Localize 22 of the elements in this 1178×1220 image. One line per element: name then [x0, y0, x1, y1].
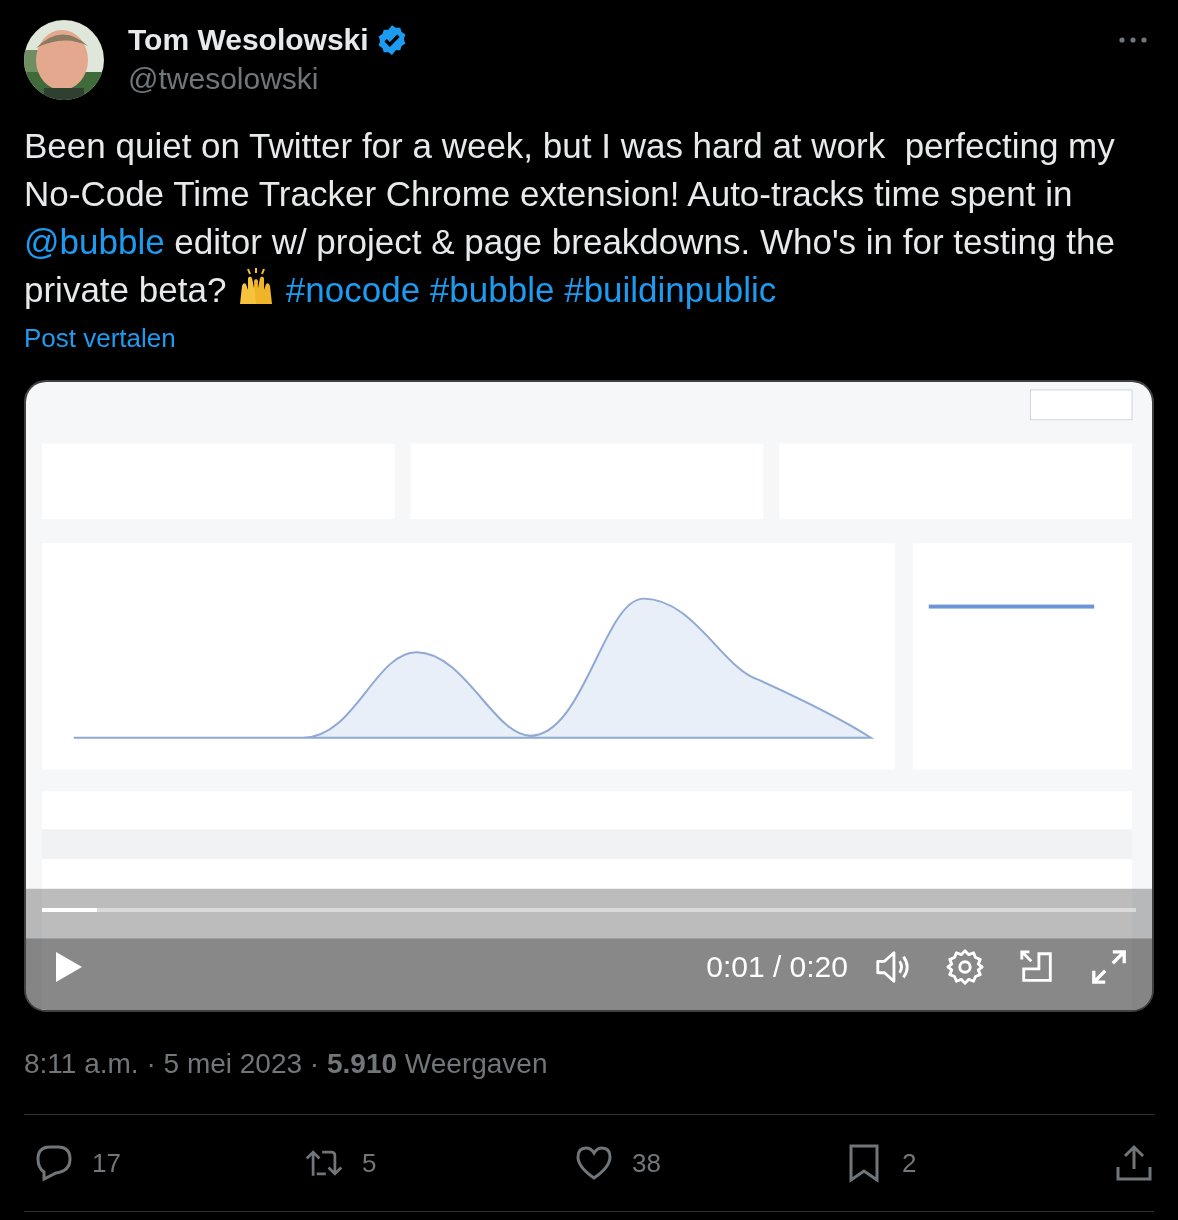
action-count: 2 — [902, 1147, 917, 1179]
volume-icon[interactable] — [874, 948, 912, 986]
more-options-icon[interactable] — [1118, 36, 1148, 44]
action-count: 38 — [632, 1147, 661, 1179]
share-icon[interactable] — [1114, 1143, 1154, 1183]
tweet-link[interactable]: #bubble — [429, 270, 555, 309]
video-player[interactable]: 0:01 / 0:20 — [24, 380, 1154, 1012]
video-time: 0:01 / 0:20 — [706, 950, 848, 984]
author-name[interactable]: Tom Wesolowski — [128, 23, 369, 57]
play-icon[interactable] — [54, 950, 84, 984]
translate-link[interactable]: Post vertalen — [24, 320, 176, 356]
settings-icon[interactable] — [946, 948, 984, 986]
tweet-link[interactable]: #nocode — [285, 270, 421, 309]
tweet-text: Been quiet on Twitter for a week, but I was hard at work perfecting my No-Code Time Tracker Chrome extension! Auto-tracks time spent in @bubble editor w/ project & page breakdowns. Who's in for testing the private beta? #nocode #bubble #buildinpublic — [24, 125, 1116, 311]
post-timestamp: 8:11 a.m. · 5 mei 2023 · 5.910 Weergaven — [24, 1048, 1154, 1115]
action-count: 17 — [92, 1147, 121, 1179]
tweet-link[interactable]: @bubble — [24, 222, 165, 261]
fullscreen-icon[interactable] — [1090, 948, 1128, 986]
action-count: 5 — [362, 1147, 377, 1179]
tweet-link[interactable]: #buildinpublic — [564, 270, 777, 309]
speech-bubble-icon[interactable] — [34, 1143, 74, 1183]
author-handle[interactable]: @twesolowski — [128, 62, 1094, 96]
